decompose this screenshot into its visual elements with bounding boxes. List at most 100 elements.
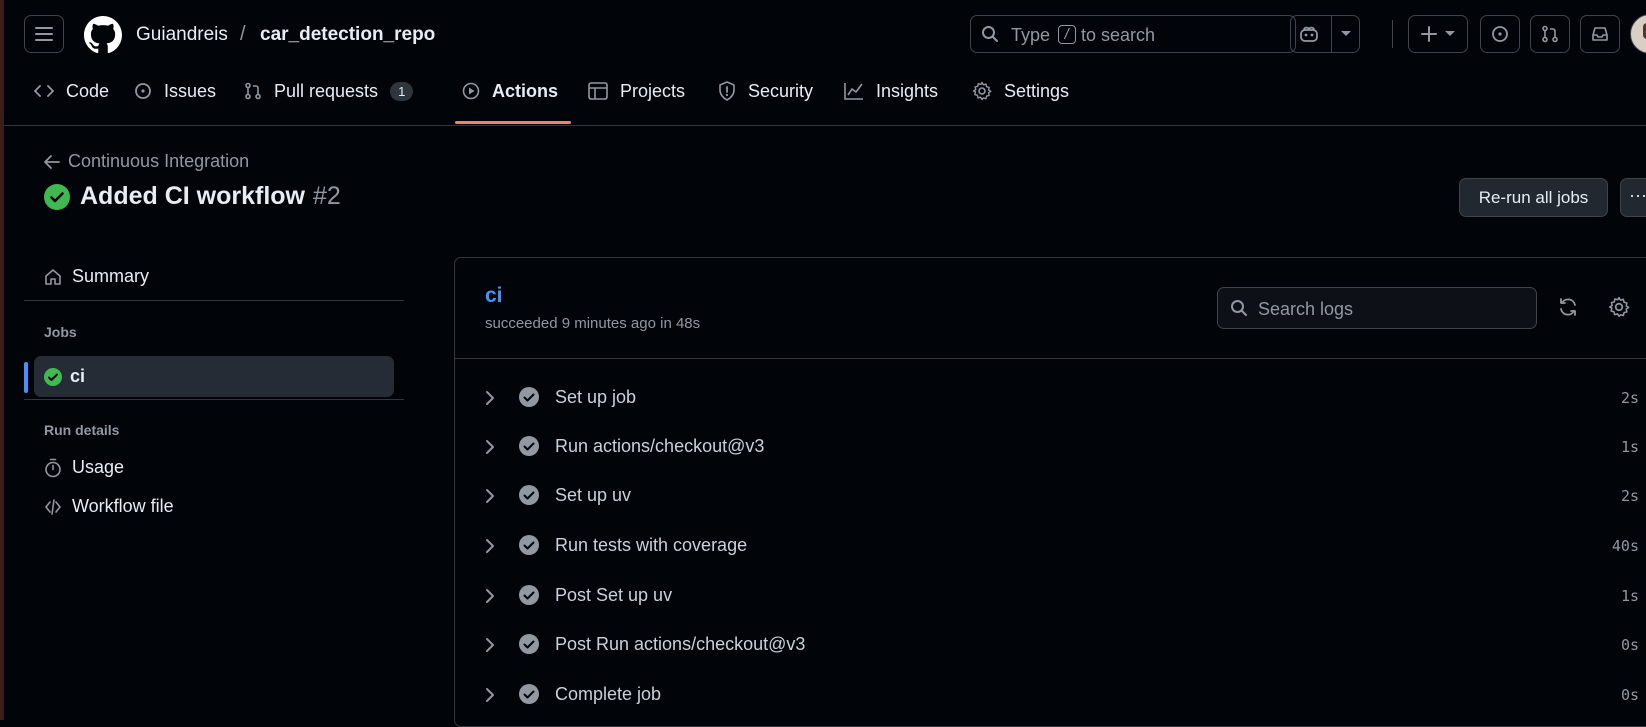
sidebar-divider (24, 300, 404, 301)
tab-label: Code (66, 80, 110, 101)
sidebar-divider (24, 399, 404, 400)
breadcrumb-separator: / (240, 23, 246, 45)
tab-settings[interactable]: Settings (972, 76, 1069, 106)
global-search-input[interactable]: Type / to search (970, 15, 1296, 53)
step-row[interactable]: Run actions/checkout@v3 1s (455, 423, 1646, 471)
step-row[interactable]: Post Set up uv 1s (455, 572, 1646, 620)
issues-button[interactable] (1480, 15, 1520, 53)
gear-icon (972, 81, 992, 101)
check-circle-fill-icon (519, 634, 539, 654)
github-logo-icon[interactable] (84, 16, 122, 54)
plus-icon (1421, 26, 1437, 42)
step-duration: 0s (1620, 686, 1639, 704)
chevron-right-icon (486, 489, 494, 503)
chevron-right-icon (486, 391, 494, 405)
search-logs-placeholder: Search logs (1258, 299, 1354, 319)
step-name: Post Set up uv (555, 585, 673, 605)
tab-issues[interactable]: Issues (134, 76, 216, 106)
check-circle-fill-icon (519, 535, 539, 555)
tab-actions[interactable]: Actions (462, 76, 558, 106)
search-hint-suffix: to search (1081, 25, 1156, 45)
hamburger-icon (35, 27, 53, 41)
step-row[interactable]: Complete job 0s (455, 671, 1646, 719)
tab-label: Actions (492, 80, 559, 101)
search-icon (982, 26, 998, 42)
sidebar-item-job-ci[interactable]: ci (34, 356, 394, 397)
step-row[interactable]: Set up uv 2s (455, 472, 1646, 520)
sidebar-item-usage[interactable]: Usage (44, 457, 124, 478)
sidebar-item-summary[interactable]: Summary (44, 266, 149, 287)
graph-icon (844, 83, 863, 100)
back-to-workflow-link[interactable]: Continuous Integration (44, 151, 249, 172)
pull-request-icon (1542, 25, 1558, 43)
header-divider (1392, 20, 1393, 48)
check-circle-fill-icon (519, 436, 539, 456)
step-duration: 1s (1620, 587, 1639, 605)
pull-request-icon (245, 82, 261, 100)
arrow-left-icon (44, 154, 60, 169)
run-details-heading: Run details (44, 422, 120, 438)
sidebar-item-label: Summary (72, 266, 150, 286)
job-log-panel: ci succeeded 9 minutes ago in 48s Search… (454, 257, 1646, 727)
pull-requests-button[interactable] (1530, 15, 1570, 53)
issue-icon (135, 83, 151, 99)
workflow-name: Continuous Integration (68, 151, 250, 171)
check-circle-fill-icon (519, 387, 539, 407)
refresh-icon[interactable] (1557, 296, 1579, 318)
repo-owner-link[interactable]: Guiandreis (136, 24, 228, 46)
page-title: Added CI workflow #2 (44, 182, 341, 211)
run-title: Added CI workflow (80, 182, 305, 210)
step-duration: 40s (1611, 537, 1639, 555)
menu-button[interactable] (24, 15, 64, 53)
step-name: Set up uv (555, 485, 632, 505)
avatar[interactable] (1630, 14, 1646, 54)
repo-name-link[interactable]: car_detection_repo (260, 24, 435, 46)
create-new-button[interactable] (1408, 15, 1468, 53)
step-duration: 0s (1620, 636, 1639, 654)
step-row[interactable]: Post Run actions/checkout@v3 0s (455, 621, 1646, 669)
inbox-button[interactable] (1580, 15, 1620, 53)
step-duration: 1s (1620, 438, 1639, 456)
more-options-button[interactable]: ··· (1620, 178, 1646, 217)
sidebar-item-label: Workflow file (72, 496, 174, 516)
chevron-right-icon (486, 539, 494, 553)
check-circle-fill-icon (519, 485, 539, 505)
chevron-down-icon[interactable] (1340, 30, 1352, 38)
tab-security[interactable]: Security (718, 76, 813, 106)
step-row[interactable]: Set up job 2s (455, 374, 1646, 422)
tab-pull-requests[interactable]: Pull requests 1 (244, 76, 414, 106)
code-icon (34, 85, 54, 97)
check-circle-fill-icon (519, 585, 539, 605)
rerun-all-jobs-button[interactable]: Re-run all jobs (1459, 178, 1608, 217)
run-number: #2 (313, 182, 341, 210)
gear-icon[interactable] (1608, 296, 1630, 318)
sidebar-item-label: Usage (72, 457, 125, 477)
step-row[interactable]: Run tests with coverage 40s (455, 522, 1646, 570)
tab-label: Insights (876, 80, 939, 101)
search-icon (1231, 300, 1247, 316)
table-icon (588, 82, 608, 100)
pull-requests-count-badge: 1 (390, 81, 414, 101)
home-icon (45, 268, 61, 285)
tab-label: Pull requests (274, 80, 379, 101)
tab-insights[interactable]: Insights (844, 76, 938, 106)
play-icon (462, 82, 480, 100)
tab-label: Projects (620, 80, 686, 101)
shield-icon (719, 81, 735, 101)
step-name: Run tests with coverage (555, 535, 748, 555)
tab-code[interactable]: Code (34, 76, 109, 106)
job-label: ci (70, 366, 86, 386)
chevron-right-icon (486, 688, 494, 702)
copilot-button[interactable] (1290, 15, 1360, 53)
search-shortcut-key: / (1058, 25, 1076, 44)
job-name-link[interactable]: ci (485, 284, 503, 308)
jobs-heading: Jobs (44, 324, 77, 340)
step-duration: 2s (1620, 487, 1639, 505)
chevron-right-icon (486, 440, 494, 454)
inbox-icon (1592, 27, 1608, 41)
sidebar-item-workflow-file[interactable]: Workflow file (44, 496, 174, 517)
search-logs-input[interactable]: Search logs (1217, 287, 1537, 329)
copilot-split-divider (1330, 16, 1332, 52)
step-name: Post Run actions/checkout@v3 (555, 634, 806, 654)
tab-projects[interactable]: Projects (588, 76, 685, 106)
